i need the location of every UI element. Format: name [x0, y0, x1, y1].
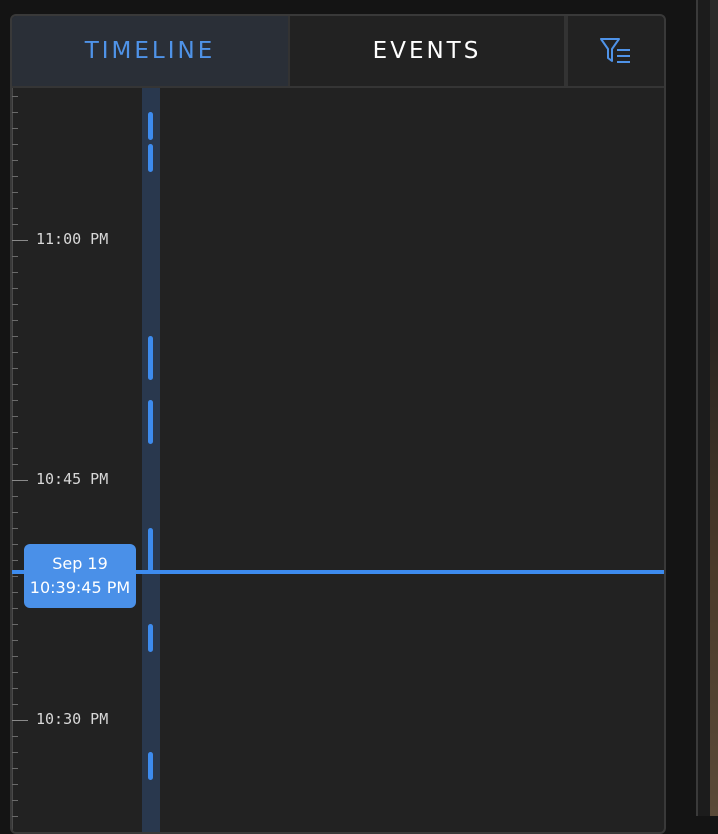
ruler-minor-tick — [12, 208, 18, 209]
ruler-minor-tick — [12, 688, 18, 689]
ruler-minor-tick — [12, 624, 18, 625]
event-track[interactable] — [142, 88, 160, 832]
ruler-minor-tick — [12, 288, 18, 289]
ruler-minor-tick — [12, 336, 18, 337]
playhead-badge[interactable]: Sep 19 10:39:45 PM — [24, 544, 136, 608]
ruler-minor-tick — [12, 512, 18, 513]
ruler-minor-tick — [12, 656, 18, 657]
ruler-minor-tick — [12, 352, 18, 353]
ruler-minor-tick — [12, 368, 18, 369]
filter-list-icon — [600, 38, 630, 63]
ruler-minor-tick — [12, 528, 18, 529]
ruler-minor-tick — [12, 320, 18, 321]
ruler-minor-tick — [12, 768, 18, 769]
ruler-major-tick — [12, 480, 28, 481]
ruler-major-tick — [12, 720, 28, 721]
ruler-minor-tick — [12, 176, 18, 177]
ruler-minor-tick — [12, 560, 18, 561]
tab-timeline-label: TIMELINE — [84, 38, 216, 64]
ruler-minor-tick — [12, 816, 18, 817]
ruler-minor-tick — [12, 448, 18, 449]
tab-bar: TIMELINE EVENTS — [12, 16, 664, 88]
tab-timeline[interactable]: TIMELINE — [12, 16, 288, 86]
time-label-1100pm: 11:00 PM — [36, 230, 109, 248]
ruler-minor-tick — [12, 784, 18, 785]
event-marker[interactable] — [148, 144, 153, 172]
ruler-minor-tick — [12, 800, 18, 801]
playhead-date: Sep 19 — [52, 554, 108, 573]
event-marker[interactable] — [148, 112, 153, 140]
ruler-minor-tick — [12, 640, 18, 641]
ruler-minor-tick — [12, 496, 18, 497]
time-label-1030pm: 10:30 PM — [36, 710, 109, 728]
playhead-time: 10:39:45 PM — [29, 578, 131, 597]
ruler-major-tick — [12, 240, 28, 241]
event-marker[interactable] — [148, 752, 153, 780]
ruler-minor-tick — [12, 592, 18, 593]
ruler-minor-tick — [12, 416, 18, 417]
ruler-minor-tick — [12, 160, 18, 161]
background-window-edge — [696, 0, 718, 816]
ruler-minor-tick — [12, 144, 18, 145]
ruler-minor-tick — [12, 576, 18, 577]
ruler-minor-tick — [12, 112, 18, 113]
ruler-minor-tick — [12, 400, 18, 401]
ruler-minor-tick — [12, 736, 18, 737]
ruler-minor-tick — [12, 224, 18, 225]
time-label-1045pm: 10:45 PM — [36, 470, 109, 488]
time-ruler — [12, 88, 13, 832]
ruler-minor-tick — [12, 752, 18, 753]
event-marker[interactable] — [148, 624, 153, 652]
ruler-minor-tick — [12, 384, 18, 385]
tab-events[interactable]: EVENTS — [288, 16, 564, 86]
ruler-minor-tick — [12, 96, 18, 97]
event-marker[interactable] — [148, 336, 153, 380]
ruler-minor-tick — [12, 544, 18, 545]
tab-events-label: EVENTS — [372, 38, 482, 64]
ruler-minor-tick — [12, 256, 18, 257]
event-marker[interactable] — [148, 400, 153, 444]
ruler-minor-tick — [12, 272, 18, 273]
ruler-minor-tick — [12, 432, 18, 433]
ruler-minor-tick — [12, 464, 18, 465]
timeline-panel: TIMELINE EVENTS 11:00 PM 10:45 PM 10:30 … — [10, 14, 666, 834]
ruler-minor-tick — [12, 704, 18, 705]
ruler-minor-tick — [12, 672, 18, 673]
filter-button[interactable] — [564, 16, 664, 86]
ruler-minor-tick — [12, 128, 18, 129]
event-marker[interactable] — [148, 528, 153, 572]
ruler-minor-tick — [12, 608, 18, 609]
ruler-minor-tick — [12, 192, 18, 193]
ruler-minor-tick — [12, 304, 18, 305]
